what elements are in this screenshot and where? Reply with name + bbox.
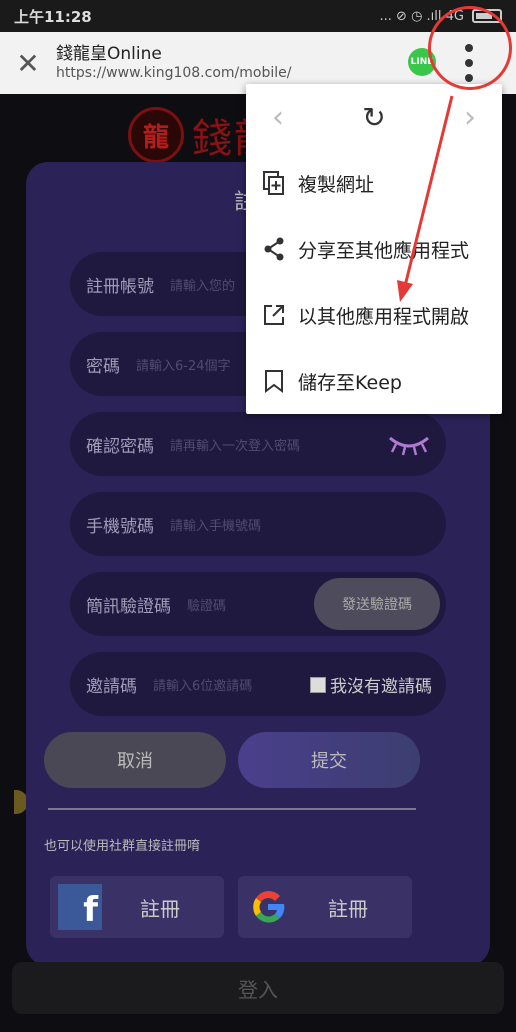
annotation-highlight-circle (428, 6, 512, 90)
facebook-register-button[interactable]: f 註冊 (50, 876, 224, 938)
menu-item-save-keep[interactable]: 儲存至Keep (246, 348, 502, 414)
menu-item-label: 分享至其他應用程式 (298, 239, 470, 262)
confirm-password-field[interactable]: 確認密碼 請再輸入一次登入密碼 (70, 412, 446, 476)
checkbox-box[interactable] (310, 676, 326, 693)
login-button[interactable]: 登入 (12, 962, 504, 1014)
cancel-button[interactable]: 取消 (44, 732, 226, 788)
divider (48, 808, 416, 810)
social-register-hint: 也可以使用社群直接註冊唷 (44, 839, 201, 854)
page-title: 錢龍皇Online (56, 43, 162, 64)
google-icon (246, 884, 290, 930)
menu-item-label: 複製網址 (298, 173, 375, 196)
forward-arrow-icon[interactable]: › (458, 100, 482, 135)
no-invite-label: 我沒有邀請碼 (330, 677, 432, 697)
back-arrow-icon[interactable]: ‹ (266, 100, 290, 135)
field-label: 手機號碼 (86, 516, 154, 537)
field-label: 註冊帳號 (86, 276, 154, 297)
menu-item-label: 儲存至Keep (298, 371, 402, 394)
menu-item-open-external[interactable]: 以其他應用程式開啟 (246, 282, 502, 348)
field-label: 確認密碼 (86, 436, 154, 457)
field-placeholder: 請輸入6-24個字 (136, 358, 231, 374)
open-external-icon (262, 303, 286, 327)
menu-navigation-row: ‹ ↻ › (246, 84, 502, 150)
field-label: 邀請碼 (86, 676, 137, 697)
google-register-label: 註冊 (328, 896, 368, 921)
submit-button[interactable]: 提交 (238, 732, 420, 788)
close-icon[interactable]: ✕ (0, 32, 56, 94)
phone-field[interactable]: 手機號碼 請輸入手機號碼 (70, 492, 446, 556)
invite-code-field[interactable]: 邀請碼 請輸入6位邀請碼 我沒有邀請碼 (70, 652, 446, 716)
menu-item-share[interactable]: 分享至其他應用程式 (246, 216, 502, 282)
field-placeholder: 請輸入您的 (170, 278, 236, 294)
no-invite-checkbox[interactable]: 我沒有邀請碼 (310, 672, 432, 697)
page-url: https://www.king108.com/mobile/ (56, 64, 292, 81)
dragon-emblem-icon: 龍 (128, 107, 184, 163)
google-register-button[interactable]: 註冊 (238, 876, 412, 938)
copy-add-icon (262, 171, 286, 195)
field-label: 密碼 (86, 356, 120, 377)
field-placeholder: 驗證碼 (187, 598, 227, 614)
facebook-register-label: 註冊 (140, 896, 180, 921)
facebook-icon: f (58, 884, 102, 930)
field-placeholder: 請輸入6位邀請碼 (153, 678, 253, 694)
reload-icon[interactable]: ↻ (362, 101, 385, 134)
field-placeholder: 請輸入手機號碼 (170, 518, 262, 534)
status-time: 上午11:28 (14, 7, 92, 26)
menu-item-label: 以其他應用程式開啟 (298, 305, 470, 328)
eye-closed-icon[interactable] (386, 432, 432, 456)
sms-code-field[interactable]: 簡訊驗證碼 驗證碼 發送驗證碼 (70, 572, 446, 636)
share-icon (262, 237, 286, 261)
menu-item-copy-url[interactable]: 複製網址 (246, 150, 502, 216)
send-sms-button[interactable]: 發送驗證碼 (314, 578, 440, 630)
overflow-menu: ‹ ↻ › 複製網址 分享至其他應用程式 以其他應用程式開啟 儲存至Keep (246, 84, 502, 414)
page-info: 錢龍皇Online https://www.king108.com/mobile… (56, 44, 291, 83)
bookmark-icon (262, 369, 286, 393)
field-placeholder: 請再輸入一次登入密碼 (170, 438, 301, 454)
field-label: 簡訊驗證碼 (86, 596, 171, 617)
